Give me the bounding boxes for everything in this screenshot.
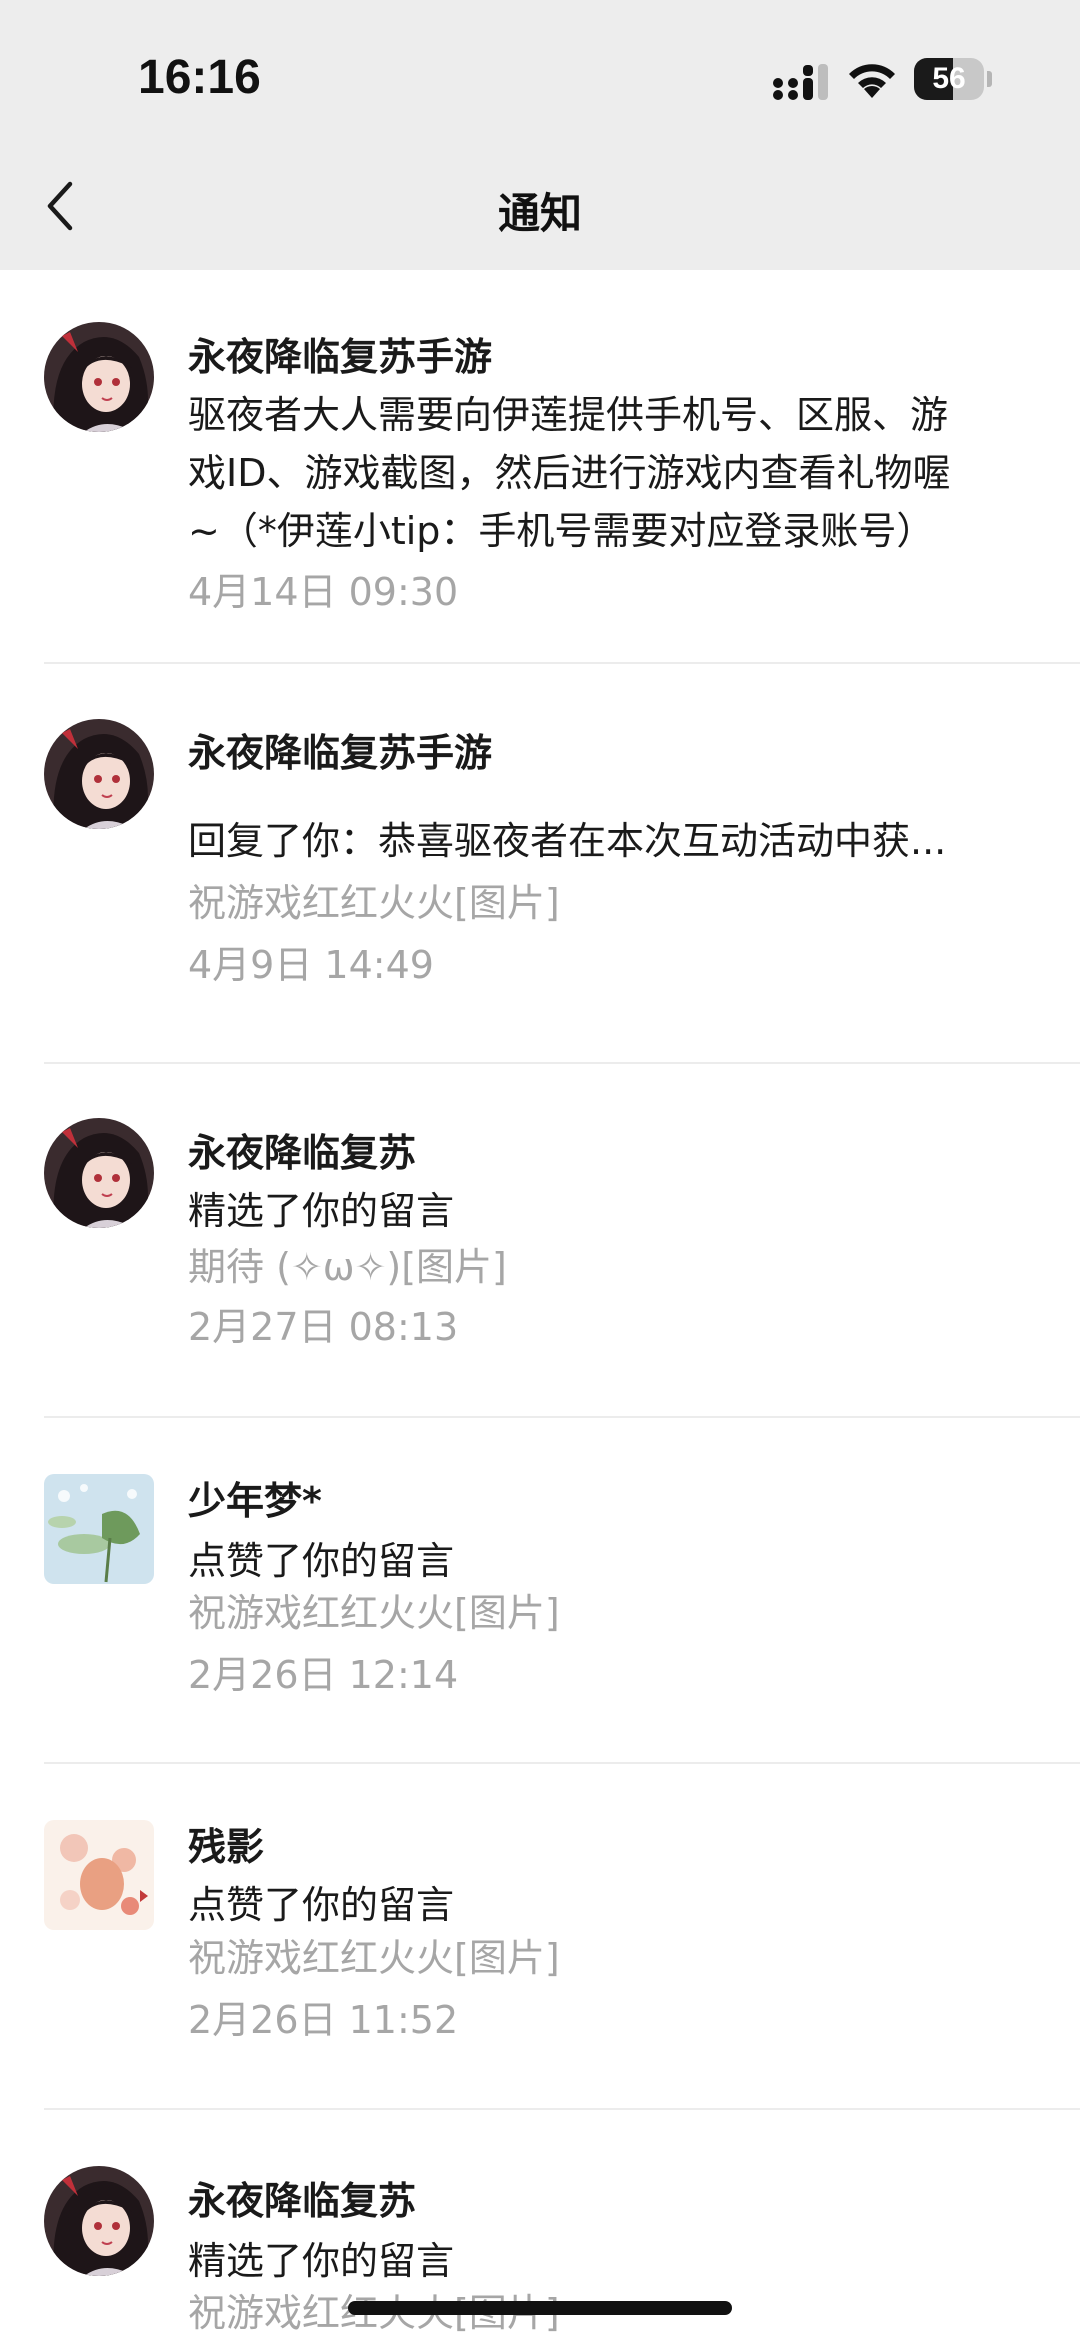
top-bar: 16:16 56 通知 — [0, 0, 1080, 270]
sender-name[interactable]: 少年梦* — [188, 1470, 322, 1525]
notification-item[interactable]: 永夜降临复苏手游 驱夜者大人需要向伊莲提供手机号、区服、游 戏ID、游戏截图，然… — [0, 270, 1080, 664]
avatar[interactable] — [44, 2166, 154, 2276]
anime-avatar-icon — [44, 1118, 154, 1228]
timestamp: 2月27日 08:13 — [188, 1305, 459, 1349]
cellular-signal-icon — [773, 64, 828, 100]
notification-item[interactable]: 永夜降临复苏 精选了你的留言 期待 (✧ω✧)[图片] 2月27日 08:13 — [0, 1064, 1080, 1418]
home-indicator[interactable] — [348, 2301, 732, 2315]
avatar[interactable] — [44, 719, 154, 829]
message-line: 戏ID、游戏截图，然后进行游戏内查看礼物喔 — [188, 451, 951, 495]
wifi-icon — [849, 64, 895, 98]
timestamp: 2月26日 12:14 — [188, 1653, 459, 1697]
action-text: 点赞了你的留言 — [188, 1883, 455, 1927]
page-title: 通知 — [497, 189, 582, 238]
quoted-comment: 祝游戏红红火火[图片] — [188, 881, 560, 925]
notification-item[interactable]: 永夜降临复苏手游 回复了你：恭喜驱夜者在本次互动活动中获... 祝游戏红红火火[… — [0, 664, 1080, 1064]
anime-avatar-icon — [44, 322, 154, 432]
battery-cap — [987, 71, 992, 87]
action-text: 点赞了你的留言 — [188, 1539, 455, 1583]
sender-name[interactable]: 残影 — [188, 1816, 264, 1871]
notification-item[interactable]: 残影 点赞了你的留言 祝游戏红红火火[图片] 2月26日 11:52 — [0, 1764, 1080, 2110]
sender-name[interactable]: 永夜降临复苏 — [188, 1122, 416, 1177]
anime-avatar-icon — [44, 2166, 154, 2276]
anime-avatar-icon — [44, 719, 154, 829]
quoted-comment: 期待 (✧ω✧)[图片] — [188, 1245, 507, 1289]
lotus-leaf-avatar-icon — [44, 1474, 154, 1584]
reply-text: 回复了你：恭喜驱夜者在本次互动活动中获... — [188, 819, 947, 863]
quoted-comment: 祝游戏红红火火[图片] — [188, 1936, 560, 1980]
quoted-comment: 祝游戏红红火火[图片] — [188, 1591, 560, 1635]
timestamp: 2月26日 11:52 — [188, 1998, 459, 2042]
sender-name[interactable]: 永夜降临复苏 — [188, 2170, 416, 2225]
timestamp: 4月9日 14:49 — [188, 943, 434, 987]
battery-icon: 56 — [914, 58, 984, 100]
sender-name[interactable]: 永夜降临复苏手游 — [188, 722, 492, 777]
battery-percentage: 56 — [932, 62, 966, 95]
action-text: 精选了你的留言 — [188, 1189, 455, 1233]
sender-name[interactable]: 永夜降临复苏手游 — [188, 326, 492, 381]
avatar[interactable] — [44, 322, 154, 432]
avatar[interactable] — [44, 1820, 154, 1930]
message-line: ~（*伊莲小tip：手机号需要对应登录账号） — [188, 509, 935, 553]
message-line: 驱夜者大人需要向伊莲提供手机号、区服、游 — [188, 393, 949, 437]
floral-avatar-icon — [44, 1820, 154, 1930]
notification-list: 永夜降临复苏手游 驱夜者大人需要向伊莲提供手机号、区服、游 戏ID、游戏截图，然… — [0, 270, 1080, 2350]
avatar[interactable] — [44, 1474, 154, 1584]
status-time: 16:16 — [138, 51, 261, 104]
timestamp: 4月14日 09:30 — [188, 570, 459, 614]
avatar[interactable] — [44, 1118, 154, 1228]
action-text: 精选了你的留言 — [188, 2239, 455, 2283]
notification-item[interactable]: 少年梦* 点赞了你的留言 祝游戏红红火火[图片] 2月26日 12:14 — [0, 1418, 1080, 1764]
